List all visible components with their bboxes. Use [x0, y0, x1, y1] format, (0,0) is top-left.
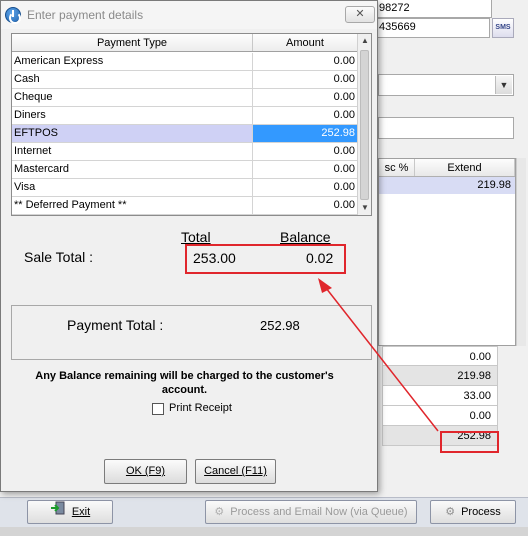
grid-scrollbar[interactable] — [516, 158, 526, 346]
table-cell: 219.98 — [477, 179, 511, 191]
ok-button-label: OK (F9) — [125, 465, 166, 477]
amount-cell[interactable]: 0.00 — [253, 161, 358, 178]
payment-types-grid: Payment Type Amount American Express 0.00… — [11, 33, 372, 216]
payment-total-value: 252.98 — [260, 318, 300, 333]
payment-total-label: Payment Total : — [67, 317, 164, 333]
amount-cell[interactable]: 0.00 — [253, 107, 358, 124]
dialog-title: Enter payment details — [27, 8, 144, 22]
payment-row-cash[interactable]: Cash 0.00 — [12, 71, 358, 89]
power-icon — [5, 7, 21, 24]
payment-type-cell: American Express — [12, 53, 253, 70]
scroll-up-icon[interactable]: ▲ — [358, 34, 371, 48]
payment-row-cheque[interactable]: Cheque 0.00 — [12, 89, 358, 107]
amount-cell[interactable]: 0.00 — [253, 53, 358, 70]
sale-items-grid: sc % Extend 219.98 — [378, 158, 516, 346]
gear-icon: ⚙ — [445, 506, 456, 519]
grid-scrollbar[interactable]: ▲ ▼ — [357, 34, 371, 215]
chevron-down-icon[interactable]: ▼ — [495, 76, 512, 94]
balance-column-label: Balance — [280, 229, 331, 245]
sms-icon[interactable]: SMS — [492, 18, 514, 38]
annotation-highlight-total — [440, 431, 499, 453]
total-row: 0.00 — [382, 406, 498, 426]
scroll-down-icon[interactable]: ▼ — [358, 201, 371, 215]
print-receipt-checkbox[interactable] — [152, 403, 164, 415]
close-icon: ✕ — [355, 8, 365, 20]
table-cell — [379, 177, 415, 194]
exit-icon — [50, 501, 66, 523]
customer-field-1[interactable]: 98272 — [374, 0, 492, 18]
payment-type-cell: Visa — [12, 179, 253, 196]
amount-cell[interactable]: 252.98 — [253, 125, 358, 142]
total-row: 219.98 — [382, 366, 498, 386]
close-button[interactable]: ✕ — [345, 6, 375, 23]
payment-row-diners[interactable]: Diners 0.00 — [12, 107, 358, 125]
background-dropdown[interactable]: ▼ — [378, 74, 514, 96]
column-header-extend[interactable]: Extend — [415, 159, 515, 176]
payment-type-cell: Mastercard — [12, 161, 253, 178]
payment-row-american-express[interactable]: American Express 0.00 — [12, 53, 358, 71]
payment-total-panel — [11, 305, 372, 360]
table-row[interactable]: 219.98 — [379, 177, 515, 194]
payment-row-mastercard[interactable]: Mastercard 0.00 — [12, 161, 358, 179]
ok-button[interactable]: OK (F9) — [104, 459, 187, 484]
balance-notice: Any Balance remaining will be charged to… — [35, 370, 334, 396]
balance-value: 0.02 — [306, 250, 334, 266]
dialog-titlebar[interactable]: Enter payment details ✕ — [1, 1, 377, 29]
amount-cell[interactable]: 0.00 — [253, 71, 358, 88]
amount-cell[interactable]: 0.00 — [253, 197, 358, 214]
payment-type-cell: EFTPOS — [12, 125, 253, 142]
payment-row-eftpos[interactable]: EFTPOS 252.98 — [12, 125, 358, 143]
amount-cell[interactable]: 0.00 — [253, 89, 358, 106]
sale-total-label: Sale Total : — [24, 249, 94, 265]
scrollbar-thumb[interactable] — [360, 50, 369, 200]
column-header-amount[interactable]: Amount — [253, 34, 358, 51]
process-button[interactable]: ⚙ Process — [430, 500, 516, 524]
amount-cell[interactable]: 0.00 — [253, 143, 358, 160]
payment-type-cell: Cheque — [12, 89, 253, 106]
total-column-label: Total — [181, 229, 211, 245]
process-email-button[interactable]: ⚙ Process and Email Now (via Queue) — [205, 500, 417, 524]
status-strip — [0, 527, 528, 536]
exit-button[interactable]: Exit — [27, 500, 113, 524]
customer-phone-field[interactable]: 435669 — [374, 18, 490, 38]
cancel-button-label: Cancel (F11) — [204, 465, 267, 477]
payment-type-cell: Cash — [12, 71, 253, 88]
total-row: 0.00 — [382, 346, 498, 366]
print-receipt-label[interactable]: Print Receipt — [169, 402, 232, 414]
payment-row-deferred-payment[interactable]: ** Deferred Payment ** 0.00 — [12, 197, 358, 215]
total-row: 33.00 — [382, 386, 498, 406]
bottom-toolbar: Exit ⚙ Process and Email Now (via Queue) … — [0, 497, 528, 527]
payment-type-cell: Diners — [12, 107, 253, 124]
payment-row-visa[interactable]: Visa 0.00 — [12, 179, 358, 197]
customer-phone-value: 435669 — [379, 21, 416, 33]
payment-type-cell: Internet — [12, 143, 253, 160]
cancel-button[interactable]: Cancel (F11) — [195, 459, 276, 484]
column-header-disc[interactable]: sc % — [379, 159, 415, 176]
background-text-field[interactable] — [378, 117, 514, 139]
grid-body: American Express 0.00 Cash 0.00 Cheque 0.00 Di… — [12, 53, 358, 215]
gear-icon: ⚙ — [214, 506, 225, 519]
payment-type-cell: ** Deferred Payment ** — [12, 197, 253, 214]
payment-row-internet[interactable]: Internet 0.00 — [12, 143, 358, 161]
sale-total-value: 253.00 — [193, 250, 236, 266]
payment-dialog: Enter payment details ✕ Payment Type Amo… — [0, 0, 378, 492]
grid-header: Payment Type Amount — [12, 34, 358, 52]
customer-field-1-value: 98272 — [379, 2, 410, 14]
column-header-payment-type[interactable]: Payment Type — [12, 34, 253, 51]
amount-cell[interactable]: 0.00 — [253, 179, 358, 196]
